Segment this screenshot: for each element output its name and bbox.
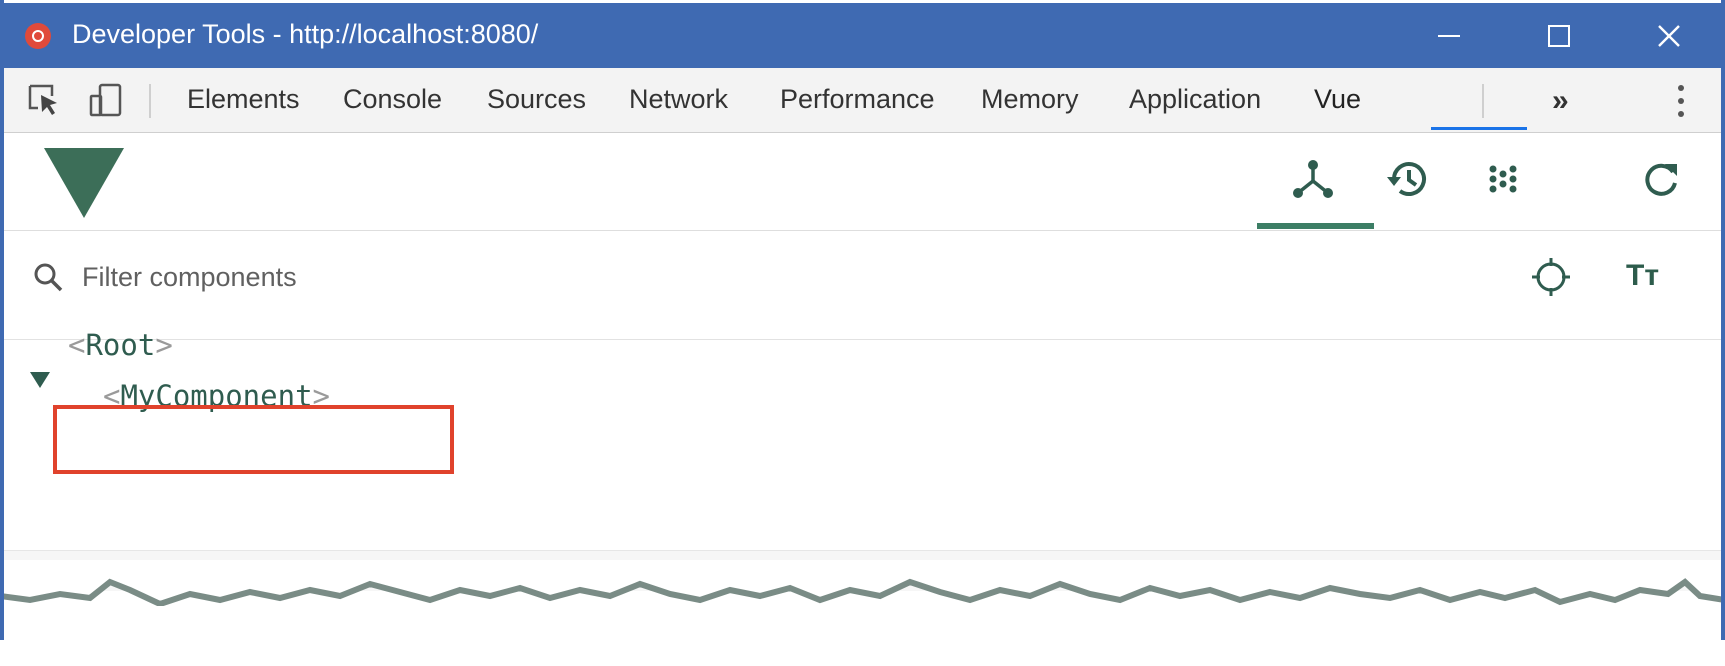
filter-components-input[interactable] <box>82 255 982 299</box>
tab-elements[interactable]: Elements <box>187 68 300 130</box>
maximize-button[interactable] <box>1514 3 1604 68</box>
active-vue-tool-indicator <box>1257 223 1374 229</box>
toolbar-divider <box>149 84 151 118</box>
refresh-icon[interactable] <box>1637 155 1685 203</box>
active-tab-indicator <box>1431 127 1527 130</box>
chrome-devtools-icon <box>25 23 51 49</box>
tree-node-root-label: Root <box>85 328 156 362</box>
components-tree-icon[interactable] <box>1289 155 1337 203</box>
devtools-window: Developer Tools - http://localhost:8080/… <box>0 0 1725 666</box>
timeline-history-icon[interactable] <box>1384 155 1432 203</box>
more-tabs-button[interactable]: » <box>1552 84 1569 118</box>
tree-node-root[interactable]: <Root> <box>68 328 173 362</box>
devtools-tab-bar: Elements Console Sources Network Perform… <box>4 68 1721 133</box>
expand-caret-icon[interactable] <box>30 372 50 388</box>
device-toolbar-icon[interactable] <box>88 82 124 118</box>
tab-application[interactable]: Application <box>1129 68 1261 130</box>
close-icon <box>1658 24 1680 47</box>
tab-network[interactable]: Network <box>629 68 728 130</box>
maximize-icon <box>1548 24 1570 47</box>
tab-memory[interactable]: Memory <box>981 68 1079 130</box>
tab-performance[interactable]: Performance <box>780 68 935 130</box>
select-component-target-icon[interactable] <box>1531 257 1571 297</box>
close-button[interactable] <box>1624 3 1714 68</box>
tab-sources[interactable]: Sources <box>487 68 586 130</box>
minimize-icon <box>1438 34 1460 37</box>
torn-edge <box>0 560 1725 666</box>
vue-toolbar <box>4 133 1721 231</box>
vue-logo <box>44 148 124 218</box>
search-icon <box>34 263 63 292</box>
toolbar-divider-right <box>1482 84 1484 118</box>
text-size-icon[interactable]: Tт <box>1626 259 1659 293</box>
inspect-element-icon[interactable] <box>26 82 62 118</box>
window-title: Developer Tools - http://localhost:8080/ <box>72 19 539 49</box>
minimize-button[interactable] <box>1404 3 1494 68</box>
performance-dots-icon[interactable] <box>1479 155 1527 203</box>
kebab-menu-icon[interactable] <box>1674 82 1688 120</box>
highlight-annotation <box>53 405 454 474</box>
window-frame-right <box>1721 0 1725 640</box>
window-frame-left <box>0 0 4 640</box>
tab-console[interactable]: Console <box>343 68 442 130</box>
tab-vue[interactable]: Vue <box>1314 68 1361 130</box>
filter-bar: Tт <box>4 231 1721 340</box>
title-bar: Developer Tools - http://localhost:8080/ <box>4 3 1721 68</box>
